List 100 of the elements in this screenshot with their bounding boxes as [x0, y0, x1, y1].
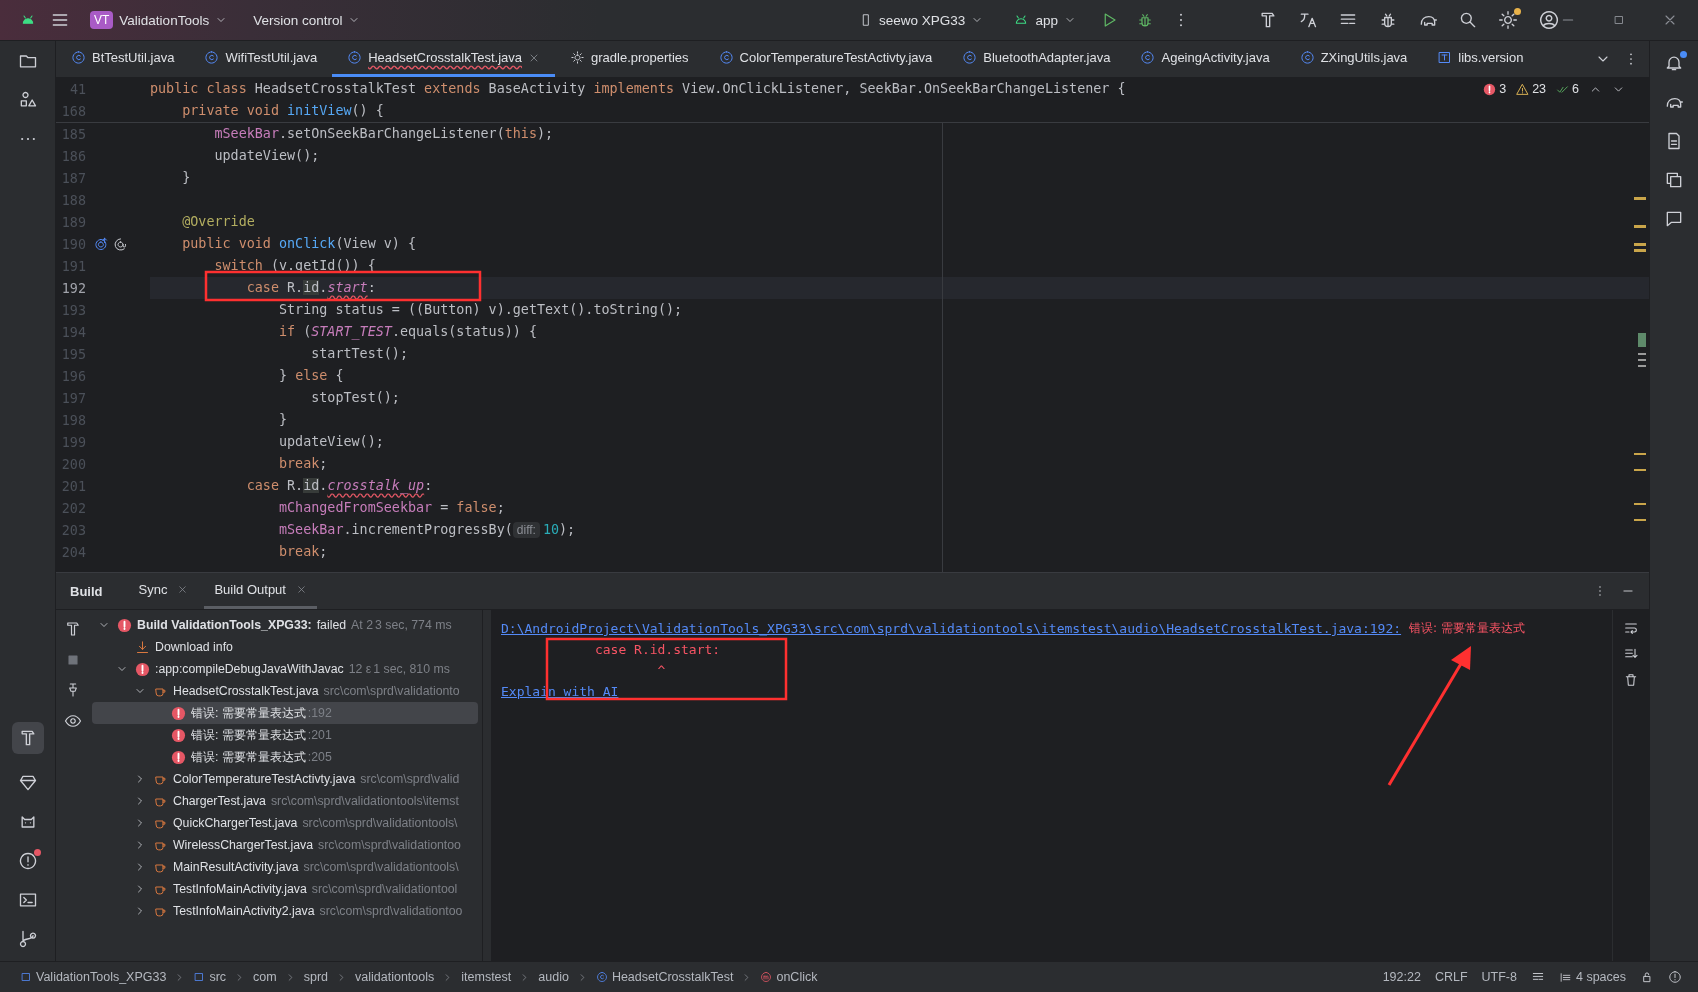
build-status: failed: [316, 618, 347, 632]
breadcrumb[interactable]: audio: [538, 970, 569, 984]
breadcrumb[interactable]: com: [253, 970, 277, 984]
chat-icon[interactable]: [1664, 209, 1684, 229]
build-tool-button[interactable]: [11, 722, 44, 754]
error-text: 错误: 需要常量表达式: [1409, 620, 1525, 637]
file-path: src\com\sprd\validationtoo: [318, 838, 461, 852]
run-configuration[interactable]: app: [1007, 8, 1082, 32]
problems-icon[interactable]: [17, 851, 38, 871]
breadcrumb[interactable]: src: [193, 970, 227, 984]
eye-icon[interactable]: [64, 712, 82, 730]
editor-tab[interactable]: ZXingUtils.java: [1284, 41, 1423, 77]
device-selector[interactable]: seewo XPG33: [853, 8, 990, 32]
tree-label: HeadsetCrosstalkTest.java: [173, 684, 319, 698]
maximize-icon[interactable]: [1612, 13, 1626, 27]
class-icon: [1140, 50, 1156, 65]
breadcrumb[interactable]: ValidationTools_XPG33: [20, 970, 167, 984]
tree-row[interactable]: 错误: 需要常量表达式 :192: [92, 702, 478, 724]
code-line: mSeekBar.setOnSeekBarChangeListener(this);: [213, 125, 555, 143]
tree-row[interactable]: WirelessChargerTest.java src\com\sprd\validationtoo: [92, 834, 478, 856]
editor-tab[interactable]: gradle.properties: [555, 41, 704, 77]
module-icon: [20, 971, 32, 983]
alert-icon[interactable]: [1668, 970, 1682, 984]
indent-setting[interactable]: 4 spaces: [1558, 970, 1626, 984]
code-line: @Override: [181, 213, 256, 231]
copy-icon[interactable]: [1664, 170, 1684, 190]
tree-label: :app:compileDebugJavaWithJavac: [155, 662, 344, 676]
editor-tab[interactable]: BtTestUtil.java: [56, 41, 190, 77]
build-duration: 3 sec, 774 ms: [375, 618, 452, 632]
version-control-menu[interactable]: Version control: [247, 8, 367, 32]
tree-row[interactable]: TestInfoMainActivity2.java src\com\sprd\validationtoo: [92, 900, 478, 922]
project-switcher[interactable]: VT ValidationTools: [84, 7, 234, 33]
build-time: 12 ε: [348, 662, 372, 676]
trash-icon[interactable]: [1623, 672, 1639, 688]
tree-row[interactable]: 错误: 需要常量表达式 :201: [92, 724, 478, 746]
search-icon[interactable]: [1458, 10, 1478, 30]
breadcrumb[interactable]: validationtools: [355, 970, 435, 984]
code-line: String status = ((Button) v).getText().toString();: [278, 301, 684, 319]
soft-wrap-icon[interactable]: [1623, 620, 1639, 636]
tree-label: 错误: 需要常量表达式: [191, 726, 306, 744]
editor-tab[interactable]: AgeingActivity.java: [1125, 41, 1285, 77]
breadcrumb[interactable]: sprd: [303, 970, 329, 984]
tab-label: Sync: [138, 582, 168, 597]
notification-dot: [1514, 8, 1521, 15]
build-duration: 1 sec, 810 ms: [373, 662, 450, 676]
line-ref: :201: [307, 728, 332, 742]
code-line: public void onClick(View v) {: [181, 235, 418, 253]
close-icon[interactable]: [177, 584, 189, 595]
branch-icon[interactable]: [17, 929, 38, 949]
tree-row[interactable]: Build ValidationTools_XPG33: failed At 2 3 sec, 774 ms: [92, 614, 478, 636]
tree-row[interactable]: ColorTemperatureTestActivty.java src\com\sprd\valid: [92, 768, 478, 790]
error-icon: [171, 727, 186, 743]
panel-tab[interactable]: Sync: [128, 573, 199, 609]
tree-row[interactable]: Download info: [92, 636, 478, 658]
close-icon[interactable]: [295, 584, 307, 595]
file-path: src\com\sprd\validationto: [323, 684, 460, 698]
class-icon: [1299, 50, 1315, 65]
lock-icon[interactable]: [1640, 970, 1654, 984]
user-icon[interactable]: [1538, 9, 1560, 31]
gem-icon[interactable]: [17, 773, 38, 793]
editor-tab[interactable]: libs.version: [1422, 41, 1539, 77]
tree-label: Build ValidationTools_XPG33:: [137, 618, 312, 632]
tab-label: ColorTemperatureTestActivty.java: [739, 50, 933, 65]
tab-label: HeadsetCrosstalkTest.java: [368, 50, 523, 65]
target-icon[interactable]: [94, 236, 109, 252]
editor-tab[interactable]: WifiTestUtil.java: [189, 41, 333, 77]
code-line: updateView();: [213, 147, 321, 165]
tab-label: AgeingActivity.java: [1161, 50, 1270, 65]
file-link[interactable]: D:\AndroidProject\ValidationTools_XPG33\src\com\sprd\validationtools\itemstest\audio\HeadsetCrosstalkTest.java:192:: [501, 621, 1402, 636]
tree-label: ChargerTest.java: [173, 794, 266, 808]
tree-row[interactable]: TestInfoMainActivity.java src\com\sprd\validationtool: [92, 878, 478, 900]
editor-tab[interactable]: BluetoothAdapter.java: [947, 41, 1126, 77]
settings-icon[interactable]: [1498, 10, 1518, 30]
editor-tab[interactable]: ColorTemperatureTestActivty.java: [703, 41, 948, 77]
code-line: updateView();: [278, 433, 385, 451]
error-count[interactable]: 3: [1483, 82, 1507, 96]
stop-icon[interactable]: [65, 652, 81, 668]
tree-row[interactable]: MainResultActivity.java src\com\sprd\validationtools\: [92, 856, 478, 878]
cursor-position[interactable]: 192:22: [1382, 970, 1421, 984]
breadcrumb[interactable]: HeadsetCrosstalkTest: [595, 970, 734, 984]
code-line: case R.id.crosstalk_up:: [245, 477, 434, 496]
line-separator[interactable]: CRLF: [1434, 970, 1468, 984]
file-path: src\com\sprd\validationtools\itemst: [270, 794, 459, 808]
error-text: case R.id.start:: [593, 642, 721, 657]
tree-row[interactable]: ChargerTest.java src\com\sprd\validationtools\itemst: [92, 790, 478, 812]
breadcrumb[interactable]: onClick: [760, 970, 818, 984]
tree-row[interactable]: QuickChargerTest.java src\com\sprd\validationtools\: [92, 812, 478, 834]
file-encoding[interactable]: UTF-8: [1481, 970, 1517, 984]
check-count[interactable]: 6: [1556, 82, 1579, 96]
at-sign-icon[interactable]: [113, 236, 128, 252]
gear-icon: [570, 50, 586, 65]
tree-row[interactable]: :app:compileDebugJavaWithJavac 12 ε 1 sec, 810 ms: [92, 658, 478, 680]
tree-row[interactable]: 错误: 需要常量表达式 :205: [92, 746, 478, 768]
breadcrumb[interactable]: itemstest: [461, 970, 512, 984]
download-icon: [135, 639, 150, 655]
tree-row[interactable]: HeadsetCrosstalkTest.java src\com\sprd\validationto: [92, 680, 478, 702]
tab-label: BtTestUtil.java: [92, 50, 175, 65]
warning-count[interactable]: 23: [1516, 82, 1547, 96]
line-ref: :205: [307, 750, 332, 764]
hammer-icon[interactable]: [64, 620, 82, 638]
